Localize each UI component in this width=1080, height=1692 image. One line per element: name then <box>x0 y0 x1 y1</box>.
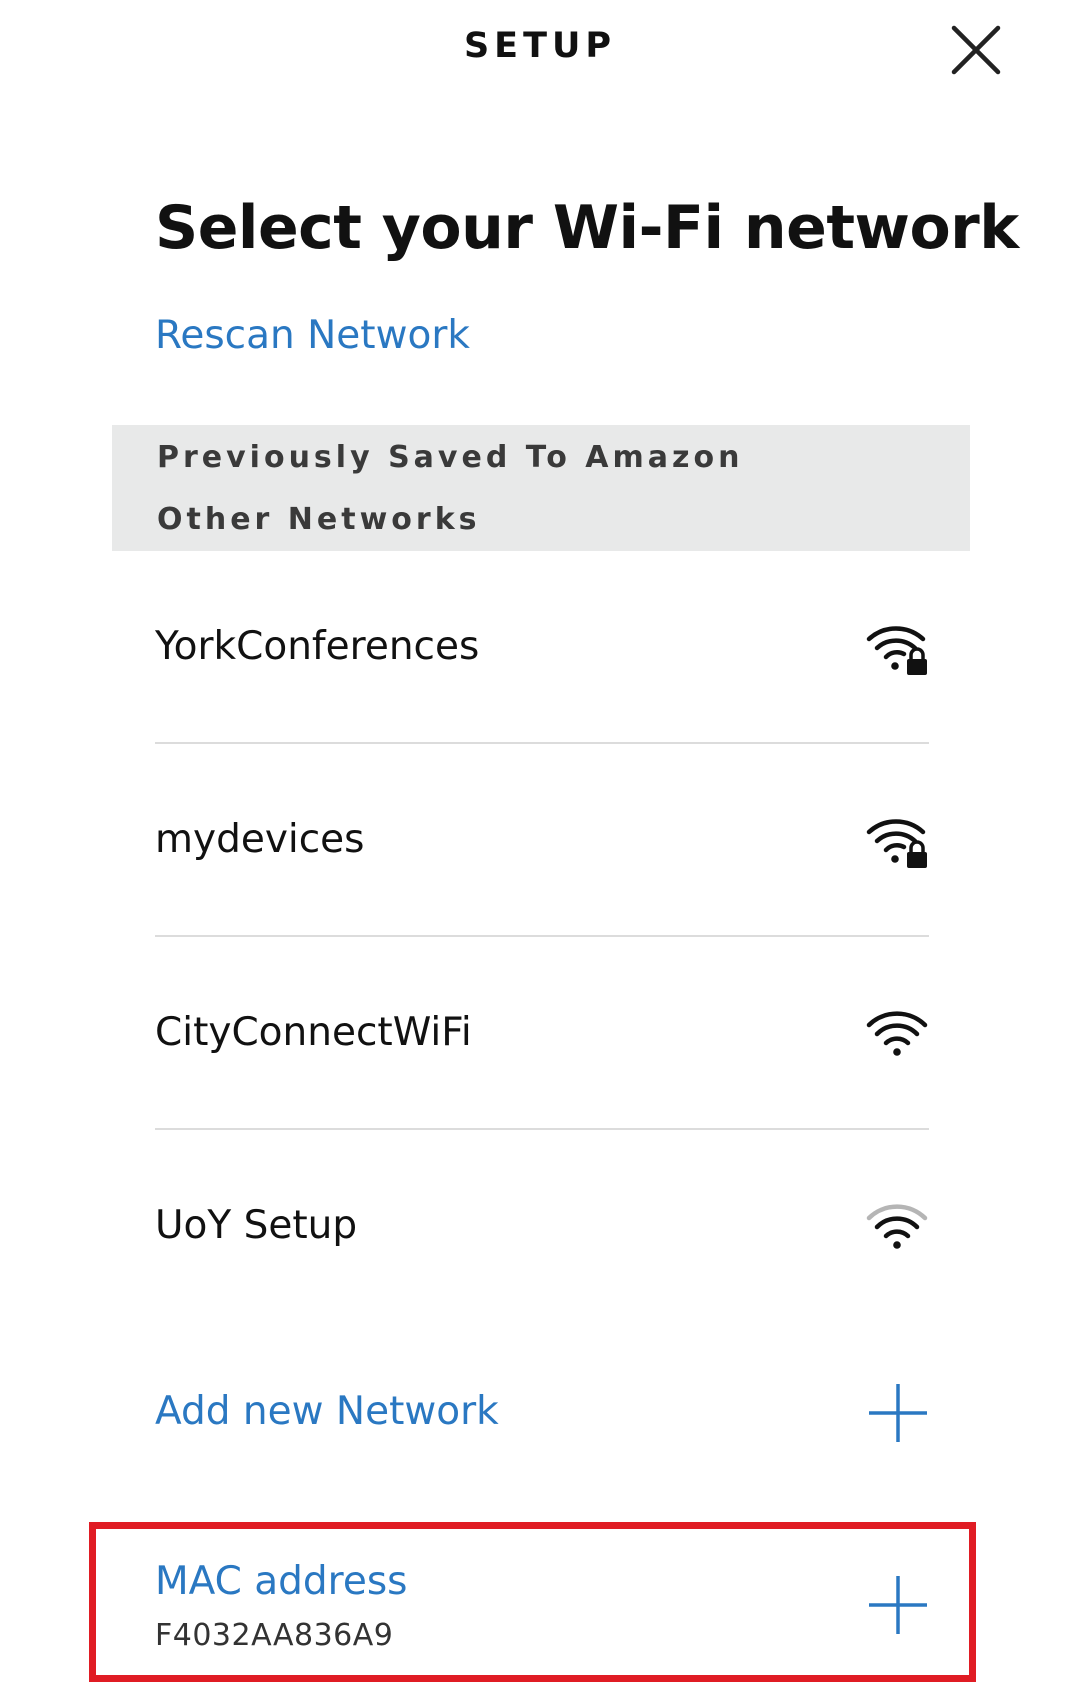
other-networks-heading: Other Networks <box>157 502 481 537</box>
mac-address-label: MAC address <box>155 1559 408 1604</box>
saved-networks-panel: Previously Saved To Amazon Other Network… <box>112 425 970 551</box>
wifi-lock-icon <box>866 819 927 868</box>
mac-address-button[interactable]: MAC address F4032AA836A9 <box>155 1540 929 1670</box>
network-list: YorkConferences mydevices CityConnectWiF… <box>155 551 929 1321</box>
plus-icon <box>869 1576 927 1634</box>
plus-icon <box>869 1384 927 1442</box>
network-item-uoy-setup[interactable]: UoY Setup <box>155 1130 929 1321</box>
header-title: SETUP <box>463 26 617 66</box>
wifi-icon <box>866 1011 928 1056</box>
wifi-weak-icon <box>866 1204 928 1249</box>
page-title: Select your Wi-Fi network <box>155 193 1019 263</box>
close-icon[interactable] <box>944 18 1008 82</box>
add-new-network-label: Add new Network <box>155 1389 499 1434</box>
network-item-yorkconferences[interactable]: YorkConferences <box>155 551 929 744</box>
network-name: mydevices <box>155 817 365 862</box>
add-new-network-button[interactable]: Add new Network <box>155 1370 929 1456</box>
rescan-network-link[interactable]: Rescan Network <box>155 308 470 364</box>
network-item-mydevices[interactable]: mydevices <box>155 744 929 937</box>
network-name: UoY Setup <box>155 1203 358 1248</box>
previously-saved-heading: Previously Saved To Amazon <box>157 440 744 475</box>
network-name: YorkConferences <box>155 624 480 669</box>
mac-address-value: F4032AA836A9 <box>155 1618 394 1653</box>
wifi-lock-icon <box>866 626 927 675</box>
network-item-cityconnectwifi[interactable]: CityConnectWiFi <box>155 937 929 1130</box>
network-name: CityConnectWiFi <box>155 1010 472 1055</box>
